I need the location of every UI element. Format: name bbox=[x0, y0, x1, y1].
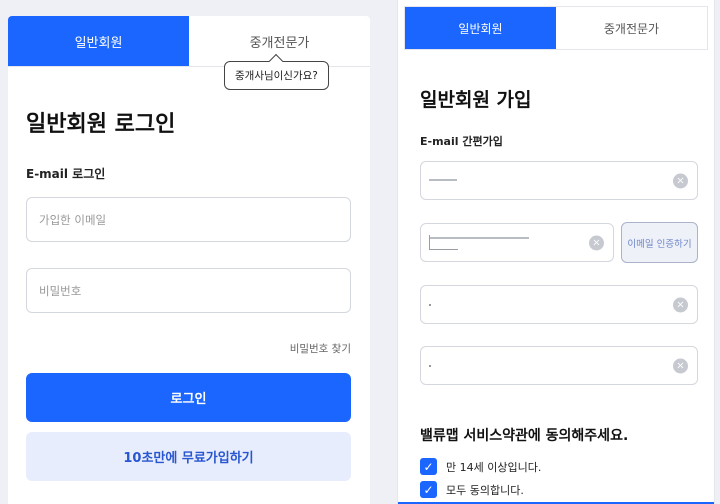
member-type-tabs: 일반회원 중개전문가 bbox=[404, 6, 708, 50]
checkbox-checked-icon[interactable]: ✓ bbox=[420, 481, 437, 498]
tab-broker[interactable]: 중개전문가 bbox=[556, 7, 707, 49]
email-login-heading: E-mail 로그인 bbox=[26, 167, 106, 181]
terms-agreement-heading: 밸류맵 서비스약관에 동의해주세요. bbox=[420, 428, 629, 444]
redacted-value bbox=[429, 179, 457, 181]
clear-icon[interactable]: × bbox=[673, 173, 688, 188]
clear-icon[interactable]: × bbox=[673, 358, 688, 373]
clear-icon[interactable]: × bbox=[673, 297, 688, 312]
verify-email-button[interactable]: 이메일 인증하기 bbox=[621, 222, 698, 263]
tooltip-text: 중개사님이신가요? bbox=[235, 70, 318, 82]
signup-password-field[interactable]: × bbox=[420, 285, 698, 324]
redacted-value bbox=[429, 235, 458, 250]
password-input[interactable]: 비밀번호 bbox=[26, 268, 351, 313]
signup-email-field[interactable]: × bbox=[420, 161, 698, 200]
signup-panel: 일반회원 중개전문가 일반회원 가입 E-mail 간편가입 × × 이메일 인… bbox=[398, 0, 714, 504]
agree-all-row[interactable]: ✓ 모두 동의합니다. bbox=[420, 481, 524, 498]
email-input[interactable]: 가입한 이메일 bbox=[26, 197, 351, 242]
age-check-label: 만 14세 이상입니다. bbox=[446, 460, 542, 474]
broker-tooltip: 중개사님이신가요? bbox=[224, 53, 329, 90]
login-panel: 일반회원 중개전문가 중개사님이신가요? 일반회원 로그인 E-mail 로그인… bbox=[8, 16, 370, 504]
agree-all-label: 모두 동의합니다. bbox=[446, 483, 524, 497]
find-password-link[interactable]: 비밀번호 찾기 bbox=[290, 341, 351, 356]
redacted-value bbox=[429, 303, 431, 306]
password-placeholder: 비밀번호 bbox=[39, 283, 82, 298]
tab-general-member[interactable]: 일반회원 bbox=[8, 16, 189, 66]
clear-icon[interactable]: × bbox=[589, 235, 604, 250]
page-title: 일반회원 로그인 bbox=[26, 112, 176, 137]
login-button[interactable]: 로그인 bbox=[26, 373, 351, 422]
tab-general-member[interactable]: 일반회원 bbox=[405, 7, 556, 49]
redacted-value bbox=[429, 364, 431, 367]
signup-verify-email-field[interactable]: × bbox=[420, 223, 614, 262]
email-placeholder: 가입한 이메일 bbox=[39, 212, 107, 227]
member-type-tabs: 일반회원 중개전문가 bbox=[8, 16, 370, 67]
age-check-row[interactable]: ✓ 만 14세 이상입니다. bbox=[420, 458, 541, 475]
signup-password-confirm-field[interactable]: × bbox=[420, 346, 698, 385]
page-title: 일반회원 가입 bbox=[420, 89, 532, 111]
checkbox-checked-icon[interactable]: ✓ bbox=[420, 458, 437, 475]
email-signup-heading: E-mail 간편가입 bbox=[420, 135, 503, 148]
free-signup-button[interactable]: 10초만에 무료가입하기 bbox=[26, 432, 351, 481]
